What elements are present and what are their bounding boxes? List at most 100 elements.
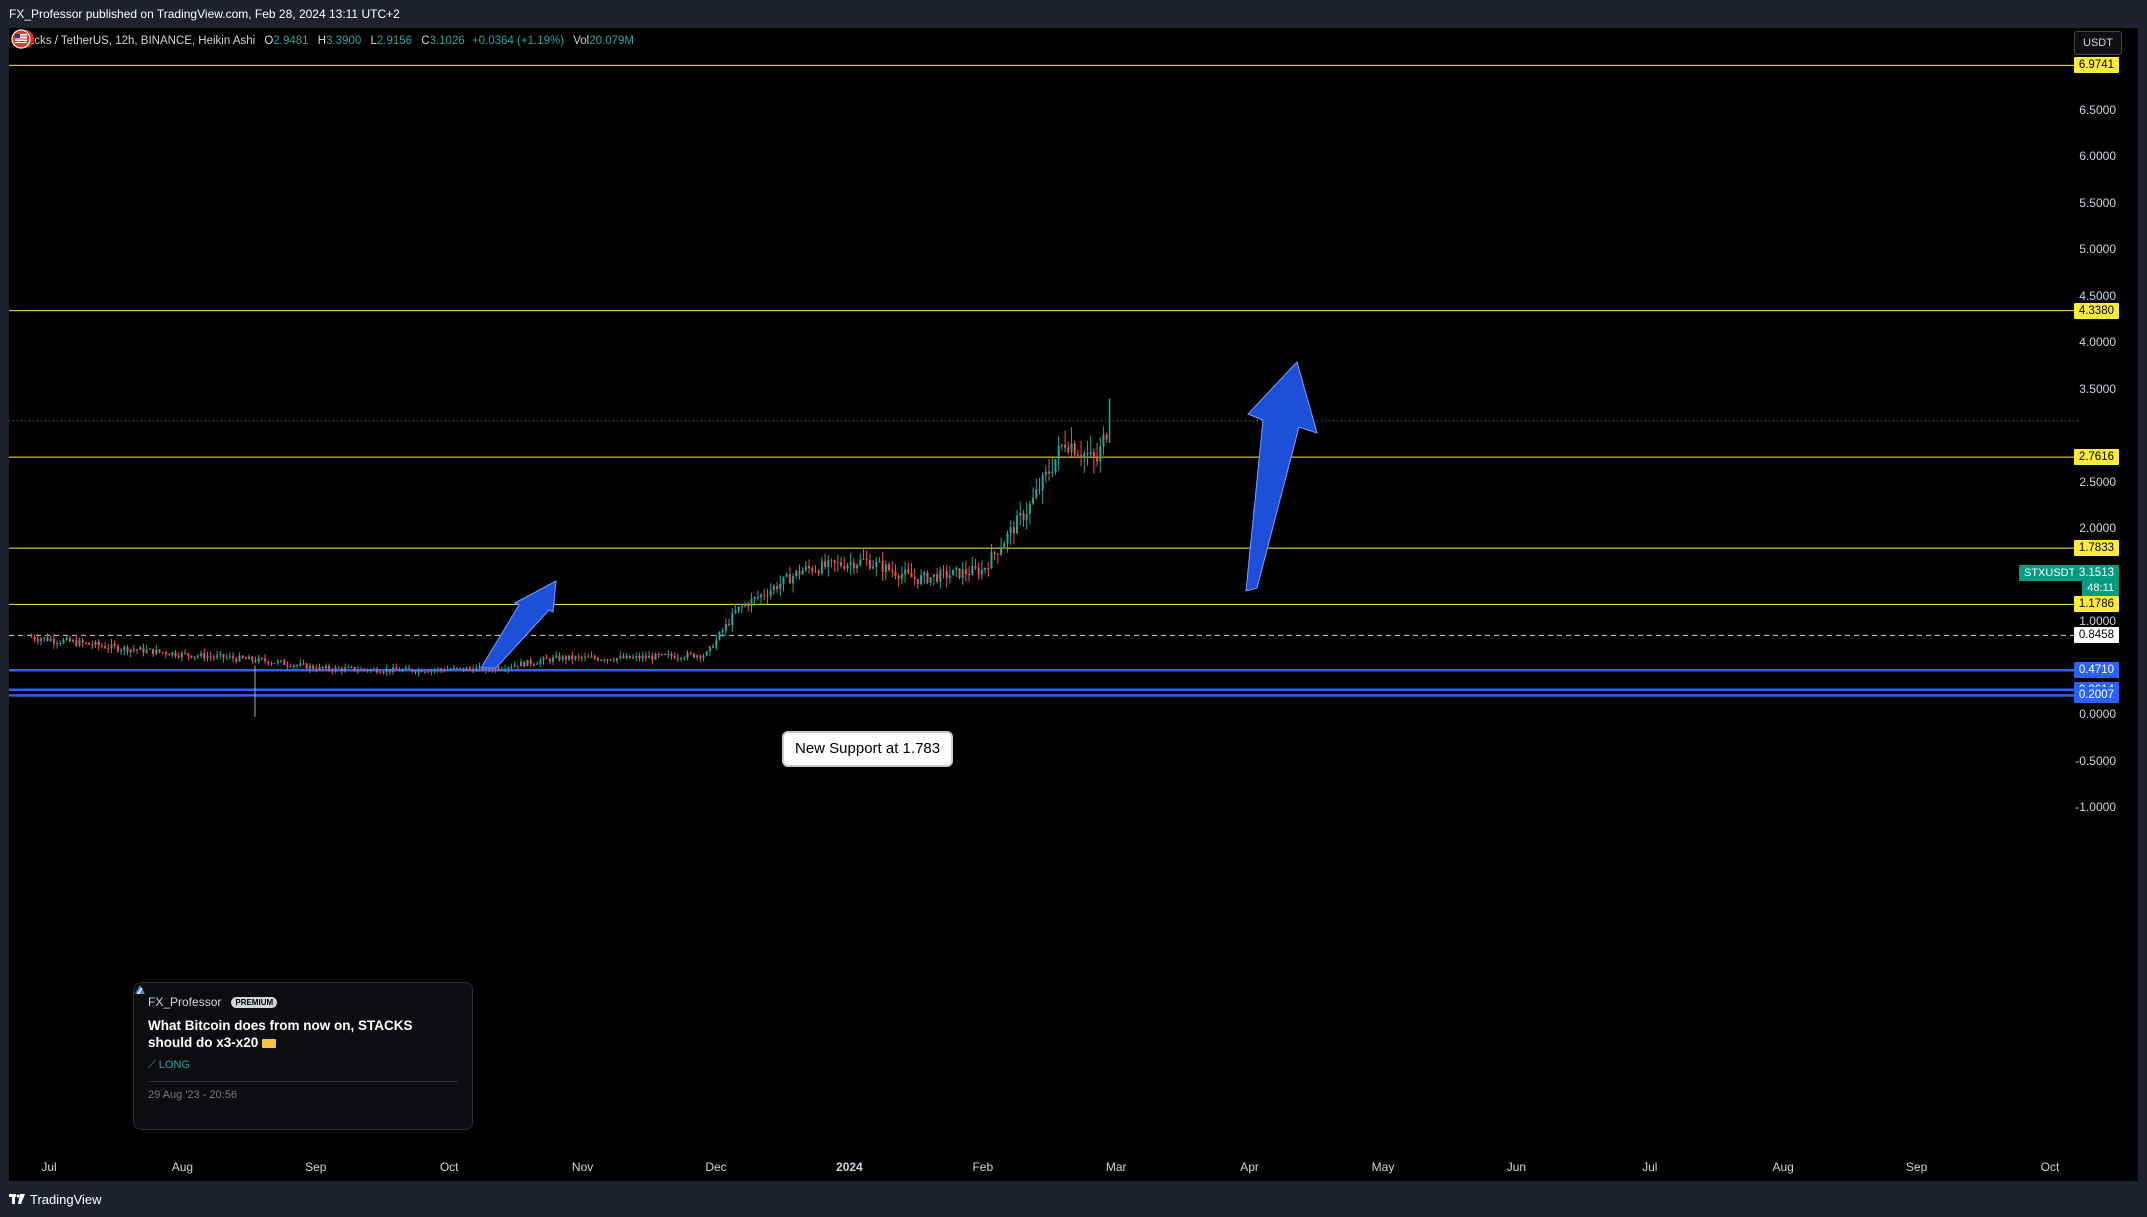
level-tag-2.7616: 2.7616 — [2073, 449, 2119, 466]
candle-body — [1051, 471, 1054, 474]
candle-body — [772, 586, 775, 591]
support-callout[interactable]: New Support at 1.783 — [782, 731, 954, 767]
candle-body — [564, 656, 567, 660]
candle-body — [1096, 457, 1099, 462]
candle-body — [596, 658, 599, 661]
candle-body — [94, 641, 97, 646]
candle-body — [721, 630, 724, 633]
candle-body — [56, 642, 59, 644]
candle-body — [459, 667, 462, 669]
candle-body — [990, 552, 993, 569]
candle-body — [776, 586, 779, 590]
candle-body — [984, 568, 987, 570]
candle-body — [187, 653, 190, 656]
candle-body — [1035, 489, 1038, 498]
candle-body — [398, 669, 401, 672]
candle-body — [827, 559, 830, 567]
candle-body — [769, 590, 772, 596]
candle-body — [795, 570, 798, 577]
candle-body — [433, 669, 436, 671]
candle-body — [168, 654, 171, 656]
candle-body — [705, 651, 708, 656]
candle-body — [526, 659, 529, 667]
candle-body — [1016, 515, 1019, 534]
large-projection-arrow — [1245, 361, 1318, 592]
candle-body — [312, 665, 315, 669]
candle-body — [555, 655, 558, 658]
candle-body — [1073, 443, 1076, 455]
candle-body — [388, 668, 391, 672]
candle-body — [609, 659, 612, 661]
candle-body — [616, 658, 619, 661]
candle-body — [1041, 474, 1044, 491]
candle-body — [830, 559, 833, 561]
candle-body — [644, 655, 647, 658]
time-tick-label: Aug — [171, 1160, 194, 1174]
price-tick-label: -1.0000 — [2075, 800, 2116, 814]
candle-body — [302, 663, 305, 665]
candle-body — [104, 646, 107, 649]
candle-body — [920, 575, 923, 584]
candle-body — [1086, 453, 1089, 455]
candle-body — [513, 665, 516, 667]
candle-body — [30, 636, 33, 638]
candle-body — [683, 657, 686, 659]
candle-body — [299, 663, 302, 666]
candle-body — [868, 559, 871, 569]
publish-header: FX_Professor published on TradingView.co… — [0, 0, 2147, 28]
time-tick-label: Mar — [1105, 1160, 1127, 1174]
chart-area[interactable]: Stacks / TetherUS, 12h, BINANCE, Heikin … — [9, 28, 2138, 1181]
candle-body — [916, 578, 919, 584]
price-tick-label: 3.5000 — [2079, 381, 2116, 396]
candle-body — [360, 668, 363, 671]
candle-body — [248, 656, 251, 660]
candle-body — [414, 671, 417, 673]
time-tick-label: Nov — [571, 1160, 594, 1174]
candle-body — [424, 671, 427, 673]
candle-body — [366, 669, 369, 671]
candle-body — [443, 669, 446, 671]
candle-body — [1012, 527, 1015, 534]
candle-body — [676, 658, 679, 660]
candle-body — [929, 577, 932, 583]
candle-body — [270, 662, 273, 664]
candle-body — [673, 656, 676, 659]
candle-body — [724, 623, 727, 631]
candle-body — [308, 665, 311, 669]
candle-body — [913, 577, 916, 579]
candle-body — [587, 656, 590, 658]
candle-body — [760, 594, 763, 598]
candle-body — [516, 665, 519, 667]
candle-body — [449, 669, 452, 671]
candle-body — [123, 646, 126, 651]
legend-low: 2.9156 — [376, 35, 413, 47]
candle-body — [539, 660, 542, 664]
candle-body — [164, 652, 167, 655]
candle-body — [763, 594, 766, 596]
candle-body — [779, 583, 782, 590]
candle-body — [1060, 444, 1063, 446]
level-tag-0.4710: 0.4710 — [2073, 662, 2119, 679]
candle-body — [430, 670, 433, 672]
idea-direction: LONG — [158, 1059, 190, 1071]
candle-body — [632, 657, 635, 659]
candle-body — [203, 653, 206, 659]
candle-body — [238, 655, 241, 662]
candle-body — [766, 595, 769, 597]
candle-body — [833, 560, 836, 563]
candle-body — [561, 656, 564, 661]
candle-body — [884, 564, 887, 573]
candle-body — [286, 664, 289, 666]
idea-author-row: FX_Professor PREMIUM — [135, 985, 458, 1009]
related-idea-card[interactable]: FX_Professor PREMIUM What Bitcoin does f… — [133, 982, 473, 1130]
candle-body — [1003, 543, 1006, 549]
legend-symbol: Stacks / TetherUS, 12h, BINANCE, Heikin … — [17, 35, 256, 47]
economic-event-flag-icon[interactable] — [9, 28, 37, 50]
candle-body — [977, 567, 980, 575]
candle-body — [350, 667, 353, 669]
candle-body — [593, 656, 596, 659]
currency-button[interactable]: USDT — [2074, 31, 2122, 55]
candle-body — [878, 561, 881, 563]
time-tick-label: Sep — [305, 1160, 327, 1174]
price-tick-label: 2.5000 — [2079, 474, 2116, 489]
